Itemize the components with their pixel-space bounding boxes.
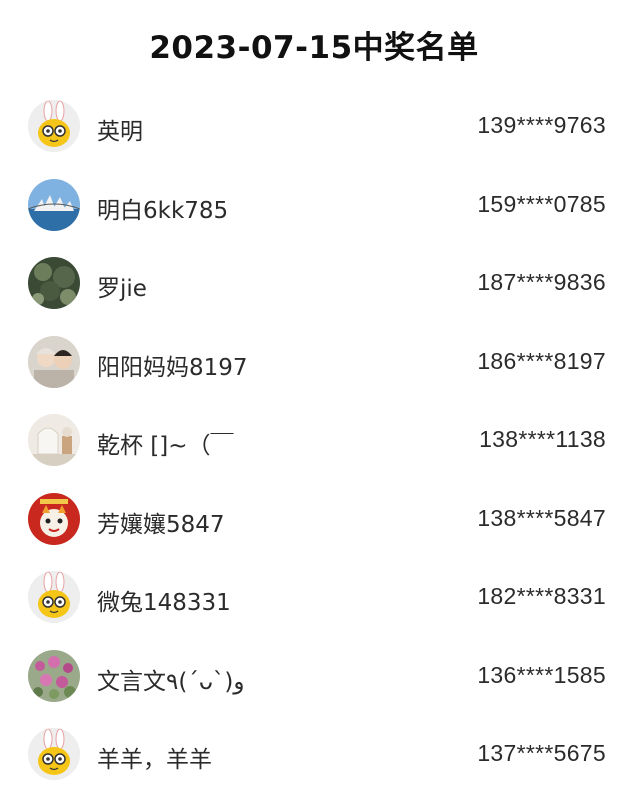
winner-name: 微兔148331 xyxy=(97,590,231,616)
winner-name: 文言文٩(ˊᴗˋ)و xyxy=(97,668,245,695)
tree-avatar-icon xyxy=(28,257,80,309)
winner-name: 阳阳妈妈8197 xyxy=(97,354,248,381)
winner-phone: 139****9763 xyxy=(477,112,606,138)
winner-list: 英明 139****9763 明白6kk785 159****0785 罗jie… xyxy=(0,87,628,794)
winner-phone: 137****5675 xyxy=(477,740,606,766)
people-photo-avatar-icon xyxy=(28,335,80,388)
winner-name: 乾杯 []~（￣ xyxy=(97,433,234,459)
page-title: 2023-07-15中奖名单 xyxy=(149,30,479,66)
list-item: 羊羊，羊羊 137****5675 xyxy=(0,715,628,794)
winner-phone: 138****5847 xyxy=(477,504,606,531)
list-item: 文言文٩(ˊᴗˋ)و 136****1585 xyxy=(0,637,628,716)
winner-phone: 138****1138 xyxy=(479,426,606,452)
winner-phone: 159****0785 xyxy=(477,190,606,217)
winner-name: 英明 xyxy=(97,119,143,145)
list-item: 罗jie 187****9836 xyxy=(0,244,628,323)
list-item: 英明 139****9763 xyxy=(0,87,628,166)
winner-phone: 182****8331 xyxy=(477,583,606,609)
room-interior-avatar-icon xyxy=(28,414,80,466)
tiger-cartoon-avatar-icon xyxy=(28,492,80,545)
list-item: 芳孃孃5847 138****5847 xyxy=(0,480,628,559)
bunny-avatar-icon xyxy=(28,728,80,780)
winner-phone: 186****8197 xyxy=(477,347,606,374)
list-item: 乾杯 []~（￣ 138****1138 xyxy=(0,401,628,480)
winner-phone: 187****9836 xyxy=(477,269,606,295)
opera-house-avatar-icon xyxy=(28,178,80,231)
list-item: 明白6kk785 159****0785 xyxy=(0,166,628,245)
winner-phone: 136****1585 xyxy=(477,661,606,688)
list-item: 阳阳妈妈8197 186****8197 xyxy=(0,323,628,402)
winner-name: 芳孃孃5847 xyxy=(97,511,225,538)
list-item: 微兔148331 182****8331 xyxy=(0,558,628,637)
winner-name: 羊羊，羊羊 xyxy=(97,747,212,773)
bunny-avatar-icon xyxy=(28,100,80,152)
winner-name: 罗jie xyxy=(97,276,147,302)
bunny-avatar-icon xyxy=(28,571,80,623)
flowers-avatar-icon xyxy=(28,649,80,702)
winner-name: 明白6kk785 xyxy=(97,197,229,224)
